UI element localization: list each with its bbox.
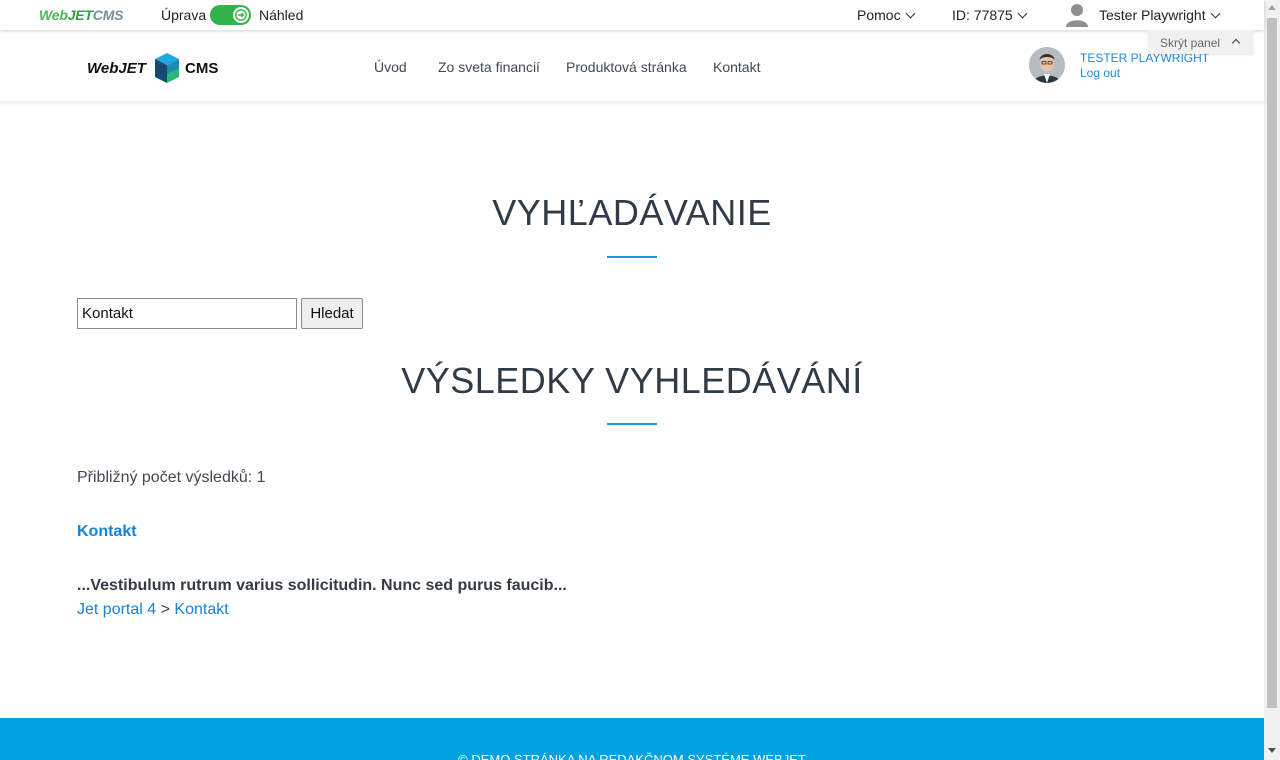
page-id-label: ID: 77875 bbox=[952, 7, 1013, 23]
nav-item-kontakt[interactable]: Kontakt bbox=[713, 59, 760, 75]
admin-logo-part2: JET bbox=[67, 7, 93, 23]
arrow-right-icon bbox=[235, 9, 247, 21]
breadcrumb-link-jet-portal[interactable]: Jet portal 4 bbox=[77, 601, 156, 618]
scrollbar-thumb[interactable] bbox=[1267, 18, 1277, 708]
result-title-link[interactable]: Kontakt bbox=[77, 523, 137, 541]
results-title: VÝSLEDKY VYHLEDÁVÁNÍ bbox=[401, 360, 863, 401]
admin-logo-part1: Web bbox=[39, 7, 68, 23]
search-button[interactable]: Hledat bbox=[301, 298, 363, 329]
admin-toolbar: WebJETCMS Úprava Náhled Pomoc ID: 77875 … bbox=[0, 0, 1264, 30]
site-header: WebJET CMS Úvod Zo sveta financií Produk… bbox=[0, 30, 1264, 101]
chevron-down-icon bbox=[1017, 8, 1028, 19]
admin-logo[interactable]: WebJETCMS bbox=[39, 7, 123, 23]
chevron-down-icon bbox=[905, 8, 916, 19]
site-footer: © Demo stránka na redakčnom systéme WebJ… bbox=[0, 718, 1264, 760]
edit-preview-toggle[interactable] bbox=[210, 5, 251, 25]
admin-logo-part3: CMS bbox=[92, 7, 124, 23]
footer-copyright: © Demo stránka na redakčnom systéme WebJ… bbox=[458, 752, 806, 760]
edit-mode-label[interactable]: Úprava bbox=[161, 7, 206, 23]
page-scrollbar[interactable] bbox=[1264, 0, 1280, 760]
toggle-knob bbox=[233, 7, 249, 23]
breadcrumb-separator: > bbox=[160, 601, 170, 618]
user-photo-icon bbox=[1029, 47, 1065, 83]
scroll-up-arrow-icon[interactable] bbox=[1268, 5, 1276, 10]
logout-link[interactable]: Log out bbox=[1080, 66, 1120, 80]
scroll-down-arrow-icon[interactable] bbox=[1268, 748, 1276, 753]
title-underline bbox=[607, 256, 657, 258]
admin-user-name: Tester Playwright bbox=[1099, 7, 1206, 23]
result-breadcrumb: Jet portal 4 > Kontakt bbox=[77, 601, 229, 619]
search-input[interactable] bbox=[77, 298, 297, 329]
preview-mode-label[interactable]: Náhled bbox=[259, 7, 303, 23]
webjet-cube-icon bbox=[155, 53, 179, 83]
nav-item-produktova-stranka[interactable]: Produktová stránka bbox=[566, 59, 687, 75]
nav-item-zo-sveta-financii[interactable]: Zo sveta financií bbox=[438, 59, 540, 75]
avatar[interactable] bbox=[1029, 47, 1065, 83]
hide-panel-label: Skrýt panel bbox=[1160, 36, 1221, 50]
results-title-underline bbox=[607, 423, 657, 425]
site-logo-text-right: CMS bbox=[185, 60, 219, 77]
site-logo-text-left: WebJET bbox=[87, 60, 146, 77]
chevron-down-icon bbox=[1210, 8, 1221, 19]
breadcrumb-link-kontakt[interactable]: Kontakt bbox=[174, 601, 228, 618]
help-menu-label: Pomoc bbox=[857, 7, 901, 23]
hide-panel-button[interactable]: Skrýt panel bbox=[1148, 30, 1253, 54]
page-id-menu[interactable]: ID: 77875 bbox=[952, 7, 1028, 23]
result-count: Přibližný počet výsledků: 1 bbox=[77, 469, 266, 486]
result-snippet: ...Vestibulum rutrum varius sollicitudin… bbox=[77, 577, 567, 594]
chevron-up-icon bbox=[1231, 38, 1241, 48]
user-icon bbox=[1066, 4, 1088, 27]
nav-item-uvod[interactable]: Úvod bbox=[374, 59, 407, 75]
help-menu[interactable]: Pomoc bbox=[857, 7, 916, 23]
page-title: VYHĽADÁVANIE bbox=[492, 192, 772, 233]
